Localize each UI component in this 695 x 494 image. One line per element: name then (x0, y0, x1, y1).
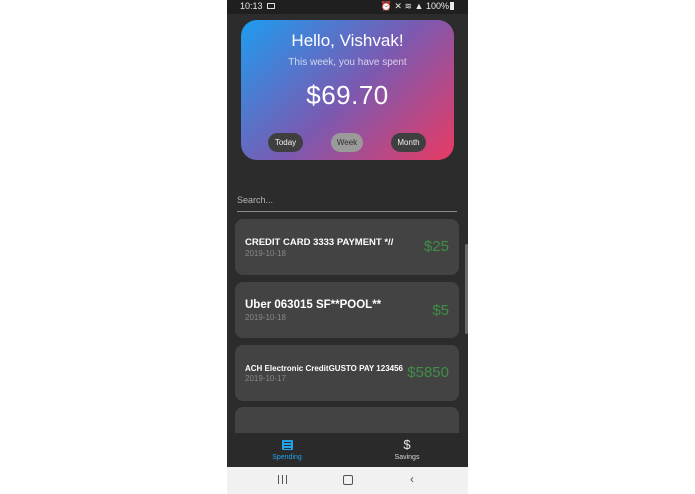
transaction-date: 2019-10-18 (245, 249, 286, 258)
search-input[interactable] (237, 190, 457, 210)
transaction-title: ACH Electronic CreditGUSTO PAY 123456 (245, 364, 403, 373)
transaction-title: CREDIT CARD 3333 PAYMENT *// (245, 237, 394, 248)
home-icon[interactable] (341, 473, 357, 487)
nav-spending-label: Spending (272, 454, 302, 461)
search-bar (237, 190, 457, 212)
status-bar: 10:13 ⏰ ✕ ≋ ▲ 100% (227, 0, 468, 14)
transaction-card[interactable]: Uber 063015 SF**POOL** 2019-10-18 $5 (235, 282, 459, 338)
wifi-icon: ≋ (404, 1, 413, 11)
transaction-amount: $5850 (407, 364, 449, 381)
list-icon (282, 440, 293, 450)
battery-icon (450, 2, 454, 10)
filter-month-button[interactable]: Month (391, 133, 426, 152)
transaction-amount: $25 (423, 238, 449, 255)
back-icon[interactable]: ‹ (410, 472, 426, 486)
filter-today-button[interactable]: Today (268, 133, 303, 152)
filter-week-button[interactable]: Week (331, 133, 363, 152)
spending-summary-card: Hello, Vishvak! This week, you have spen… (241, 20, 454, 160)
transaction-amount: $5 (432, 302, 449, 319)
system-status-icons: ⏰ ✕ ≋ ▲ 100% (381, 1, 454, 12)
recent-apps-icon[interactable] (275, 473, 291, 487)
signal-icon: ▲ (414, 1, 424, 11)
transaction-date: 2019-10-18 (245, 313, 286, 322)
transaction-card[interactable]: ACH Electronic CreditGUSTO PAY 123456 20… (235, 345, 459, 401)
transaction-title: Uber 063015 SF**POOL** (245, 299, 382, 311)
nav-spending[interactable]: Spending (227, 433, 347, 467)
nav-savings-label: Savings (394, 454, 420, 461)
battery-percent: 100% (425, 1, 449, 11)
nav-savings[interactable]: $ Savings (347, 433, 467, 467)
mute-icon: ✕ (394, 1, 402, 11)
status-time: 10:13 (240, 1, 263, 11)
greeting: Hello, Vishvak! (291, 31, 404, 50)
alarm-icon: ⏰ (380, 1, 392, 11)
dollar-icon: $ (403, 437, 411, 452)
phone-screen: 10:13 ⏰ ✕ ≋ ▲ 100% Hello, Vishvak! This … (227, 0, 468, 494)
scrollbar-thumb[interactable] (465, 244, 468, 334)
period-subtitle: This week, you have spent (288, 57, 407, 68)
transaction-card[interactable]: CREDIT CARD 3333 PAYMENT *// 2019-10-18 … (235, 219, 459, 275)
total-spent-amount: $69.70 (306, 80, 389, 110)
system-navigation-bar: ‹ (227, 467, 468, 494)
gallery-notification-icon (267, 3, 275, 9)
bottom-navigation: Spending $ Savings (227, 433, 468, 467)
transaction-date: 2019-10-17 (245, 374, 286, 383)
